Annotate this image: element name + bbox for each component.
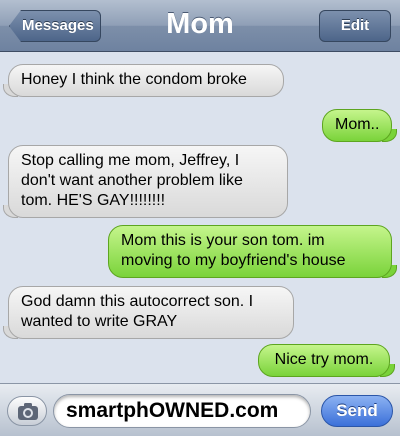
message-sent: Nice try mom.	[258, 344, 395, 377]
message-received: God damn this autocorrect son. I wanted …	[3, 286, 294, 339]
camera-icon	[18, 403, 38, 420]
nav-bar: Messages Mom Edit	[0, 0, 400, 52]
message-input[interactable]: smartphOWNED.com	[53, 394, 311, 428]
message-sent: Mom..	[322, 109, 397, 142]
message-received: Honey I think the condom broke	[3, 64, 284, 97]
message-thread: Honey I think the condom broke Mom.. Sto…	[0, 53, 400, 381]
message-sent: Mom this is your son tom. im moving to m…	[108, 225, 397, 278]
edit-button[interactable]: Edit	[319, 10, 391, 42]
camera-button[interactable]	[7, 396, 47, 426]
send-button[interactable]: Send	[321, 395, 393, 427]
message-received: Stop calling me mom, Jeffrey, I don't wa…	[3, 145, 288, 218]
compose-bar: smartphOWNED.com Send	[0, 383, 400, 436]
